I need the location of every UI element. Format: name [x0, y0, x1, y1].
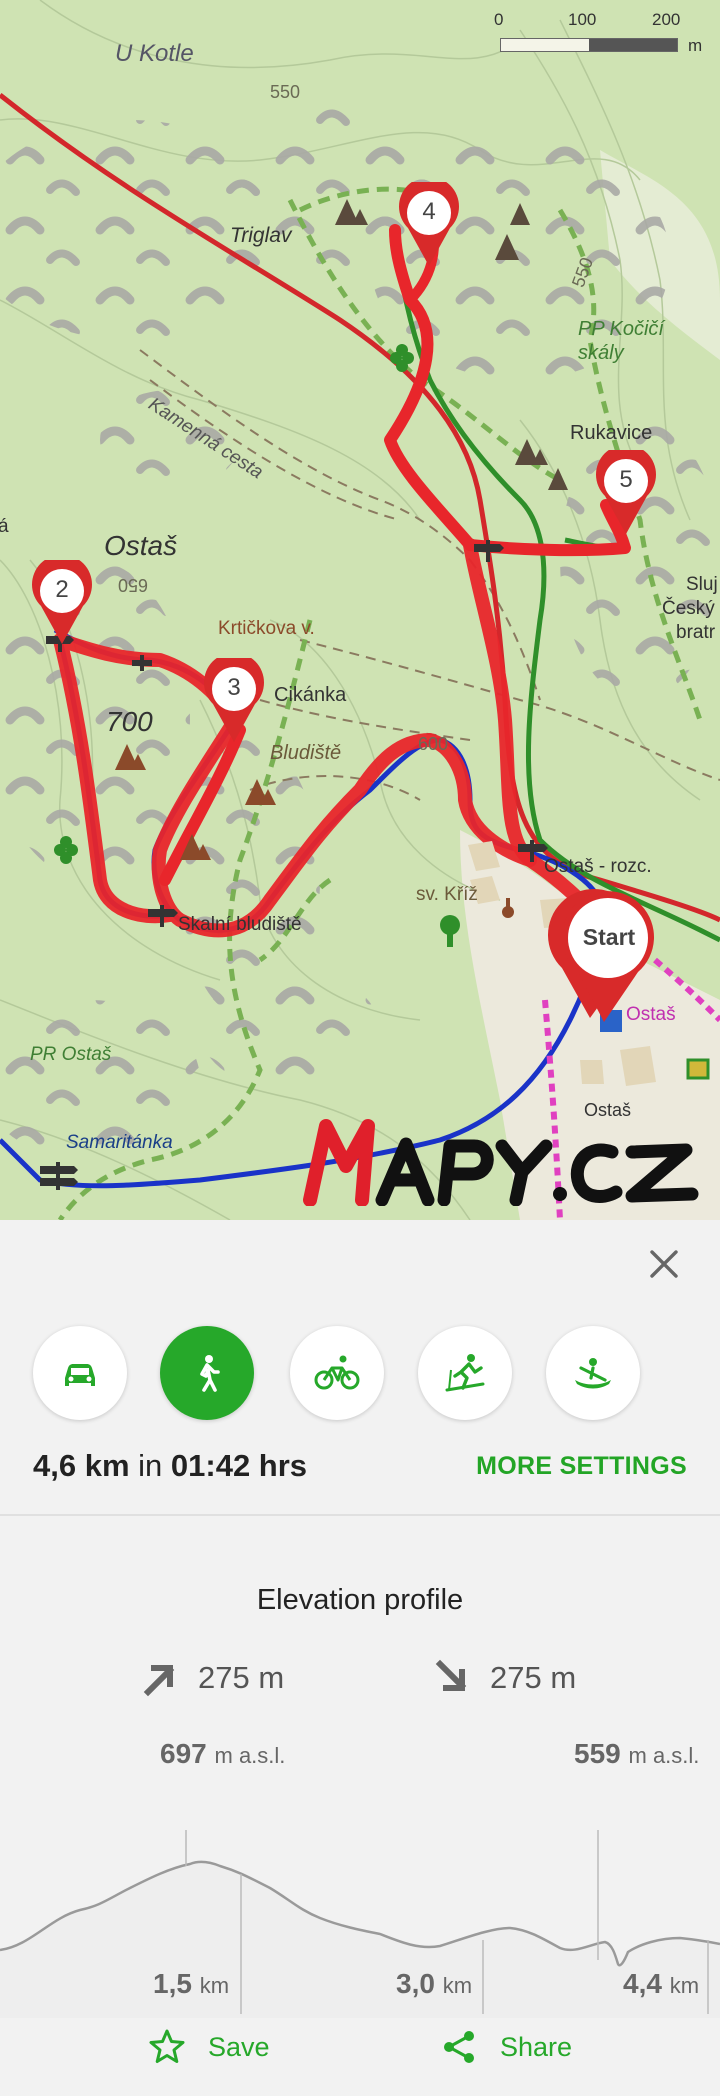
map-label-krtickova: Krtičkova v. — [218, 618, 315, 639]
mode-walk-button[interactable] — [160, 1326, 254, 1420]
map-label-ostas-big: Ostaš — [104, 530, 178, 561]
waypoint-pin-4[interactable]: 4 — [398, 182, 460, 268]
elevation-chart — [0, 1830, 720, 2018]
route-summary: 4,6 km in 01:42 hrs — [33, 1448, 307, 1484]
distance-marker-2: 3,0 km — [396, 1968, 472, 2000]
more-settings-button[interactable]: MORE SETTINGS — [476, 1452, 687, 1481]
map-label-left-edge: á — [0, 516, 9, 537]
route-duration: 01:42 hrs — [170, 1448, 308, 1483]
distance-marker-1-value: 1,5 — [153, 1968, 192, 1999]
map-label-u-kotle: U Kotle — [115, 40, 194, 67]
map-label-elevation-700: 700 — [106, 706, 153, 737]
map-scale-bar: 0 100 200 m — [482, 6, 702, 58]
map-label-cikanka: Cikánka — [274, 684, 347, 706]
max-altitude-value: 697 — [160, 1738, 207, 1769]
map-label-skalni-bludiste: Skalní bludiště — [178, 914, 302, 935]
map-view[interactable]: U Kotle 550 Triglav 550 PP Kočičí skály … — [0, 0, 720, 1220]
star-icon — [149, 2029, 185, 2063]
car-icon — [65, 1364, 95, 1386]
ascent-stat: 275 m — [140, 1658, 284, 1698]
descent-stat: 275 m — [432, 1658, 576, 1698]
route-in-text: in — [138, 1448, 163, 1483]
distance-marker-3-value: 4,4 — [623, 1968, 662, 1999]
map-label-bludiste: Bludiště — [270, 742, 342, 764]
min-altitude-unit: m a.s.l. — [628, 1743, 700, 1768]
mode-bike-button[interactable] — [290, 1326, 384, 1420]
ascent-arrow-icon — [143, 1665, 175, 1697]
scale-bar-track — [500, 38, 678, 52]
map-label-contour-650: 650 — [118, 575, 149, 595]
distance-marker-2-unit: km — [442, 1973, 473, 1998]
mode-canoe-button[interactable] — [546, 1326, 640, 1420]
waypoint-label-5: 5 — [619, 466, 633, 493]
map-label-bratr: bratr — [676, 622, 716, 643]
canoe-icon — [575, 1358, 611, 1389]
scale-tick-100: 100 — [568, 10, 597, 29]
ascent-value: 275 m — [198, 1660, 285, 1695]
mode-car-button[interactable] — [33, 1326, 127, 1420]
elevation-section: Elevation profile 275 m 275 m 697 m a.s.… — [0, 1516, 720, 2096]
map-label-cesky: Český — [662, 598, 715, 619]
waypoint-label-3: 3 — [227, 674, 241, 701]
max-altitude-unit: m a.s.l. — [214, 1743, 286, 1768]
close-icon — [650, 1250, 678, 1278]
waypoint-label-4: 4 — [422, 198, 436, 225]
start-pin[interactable]: Start — [542, 884, 662, 1024]
share-icon — [444, 2031, 474, 2063]
distance-marker-1-unit: km — [199, 1973, 230, 1998]
share-button[interactable]: Share — [440, 2028, 572, 2066]
descent-arrow-icon — [435, 1659, 467, 1691]
bicycle-icon — [314, 1355, 360, 1390]
save-label: Save — [208, 2031, 270, 2062]
map-label-sluj: Sluj — [686, 574, 718, 595]
distance-marker-2-value: 3,0 — [396, 1968, 435, 1999]
map-label-triglav: Triglav — [230, 224, 292, 247]
close-button[interactable] — [646, 1246, 682, 1282]
distance-marker-3-unit: km — [669, 1973, 700, 1998]
scale-unit: m — [688, 36, 703, 55]
mode-ski-button[interactable] — [418, 1326, 512, 1420]
distance-marker-1: 1,5 km — [153, 1968, 229, 2000]
map-label-contour-550: 550 — [270, 82, 301, 102]
map-label-skaly: skály — [578, 342, 624, 364]
map-label-ostas-rozc: Ostaš - rozc. — [544, 856, 652, 877]
min-altitude: 559 m a.s.l. — [574, 1738, 699, 1770]
map-label-pr-ostas: PR Ostaš — [30, 1044, 112, 1065]
map-label-samaritanka: Samaritánka — [66, 1132, 173, 1153]
descent-value: 275 m — [490, 1660, 577, 1695]
scale-tick-0: 0 — [494, 10, 504, 29]
route-distance: 4,6 km — [33, 1448, 130, 1483]
waypoint-pin-3[interactable]: 3 — [203, 658, 265, 744]
elevation-title: Elevation profile — [256, 1584, 464, 1616]
scale-bar-fill — [589, 39, 677, 51]
scale-tick-200: 200 — [652, 10, 681, 29]
share-label: Share — [500, 2031, 573, 2062]
map-label-pp-kocici: PP Kočičí — [578, 318, 664, 340]
max-altitude: 697 m a.s.l. — [160, 1738, 285, 1770]
waypoint-pin-5[interactable]: 5 — [595, 450, 657, 536]
map-label-sv-kriz: sv. Kříž — [416, 884, 478, 905]
waypoint-pin-2[interactable]: 2 — [31, 560, 93, 646]
distance-marker-3: 4,4 km — [623, 1968, 699, 2000]
skiing-icon — [445, 1354, 485, 1392]
walking-icon — [200, 1355, 220, 1392]
map-label-rukavice: Rukavice — [570, 422, 653, 444]
transport-mode-selector — [33, 1326, 693, 1420]
min-altitude-value: 559 — [574, 1738, 621, 1769]
map-canvas — [0, 0, 720, 1220]
start-pin-label: Start — [582, 924, 636, 950]
mapy-cz-logo — [302, 1116, 702, 1206]
map-label-contour-600: 600 — [418, 734, 449, 754]
route-panel: 4,6 km in 01:42 hrs MORE SETTINGS — [0, 1220, 720, 1516]
save-button[interactable]: Save — [148, 2028, 270, 2066]
waypoint-label-2: 2 — [55, 576, 69, 603]
